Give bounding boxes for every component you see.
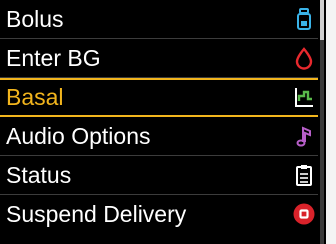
main-menu: Bolus Enter BG Basal Audio Options Statu… — [0, 0, 318, 234]
menu-item-label: Bolus — [6, 6, 64, 32]
menu-item-label: Status — [6, 162, 72, 188]
stop-icon — [293, 203, 315, 225]
pump-screen: Bolus Enter BG Basal Audio Options Statu… — [0, 0, 326, 244]
blood-drop-icon — [295, 47, 313, 70]
scrollbar-thumb[interactable] — [320, 0, 324, 40]
menu-item-label: Suspend Delivery — [6, 201, 187, 227]
menu-item-status[interactable]: Status — [0, 156, 318, 195]
menu-item-label: Basal — [6, 84, 64, 110]
menu-item-enter-bg[interactable]: Enter BG — [0, 39, 318, 78]
music-note-icon — [296, 126, 311, 147]
menu-item-label: Enter BG — [6, 45, 101, 71]
clipboard-icon — [296, 165, 312, 186]
menu-item-audio-options[interactable]: Audio Options — [0, 117, 318, 156]
bolus-cartridge-icon — [297, 8, 311, 30]
menu-item-suspend-delivery[interactable]: Suspend Delivery — [0, 195, 318, 234]
basal-profile-icon — [295, 88, 313, 107]
menu-item-label: Audio Options — [6, 123, 151, 149]
menu-item-basal[interactable]: Basal — [0, 78, 318, 117]
menu-scrollbar[interactable] — [320, 0, 324, 244]
menu-item-bolus[interactable]: Bolus — [0, 0, 318, 39]
